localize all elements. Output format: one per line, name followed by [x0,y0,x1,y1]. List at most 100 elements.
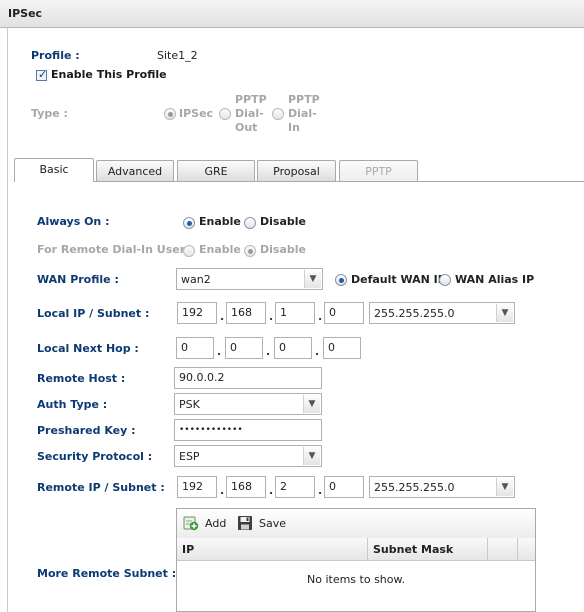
remote-ip-label: Remote IP / Subnet : [37,481,165,494]
profile-value: Site1_2 [157,49,198,62]
column-header-subnet-mask[interactable]: Subnet Mask [368,538,488,560]
always-on-enable-label: Enable [199,215,241,228]
type-label: Type : [31,107,68,120]
wan-alias-ip-radio[interactable] [439,274,451,286]
more-remote-subnet-label: More Remote Subnet : [37,567,177,580]
grid-empty-text: No items to show. [307,573,405,586]
type-pptp-dialin-line1: PPTP [288,93,320,106]
remote-host-label: Remote Host : [37,372,126,385]
window-title: IPSec [8,7,43,20]
add-button[interactable]: Add [183,515,229,533]
local-subnet-select[interactable]: 255.255.255.0 ▼ [369,302,515,324]
local-next-hop-label: Local Next Hop : [37,342,139,355]
save-label: Save [259,517,287,530]
remote-ip-octet-3[interactable]: 2 [275,476,315,498]
ip-dot: . [318,484,323,497]
type-pptp-dialout-line3: Out [235,121,258,134]
type-pptp-dialin-line3: In [288,121,300,134]
tab-divider [14,181,584,182]
tab-gre[interactable]: GRE [177,160,255,182]
ip-dot: . [318,310,323,323]
local-ip-octet-2[interactable]: 168 [226,302,266,324]
add-icon [183,516,199,531]
ip-dot: . [220,310,225,323]
save-button[interactable]: Save [237,515,289,533]
chevron-down-icon: ▼ [303,447,320,465]
ip-dot: . [269,310,274,323]
auth-type-select[interactable]: PSK ▼ [174,393,322,415]
profile-label: Profile : [31,49,80,62]
grid-header: IP Subnet Mask [177,538,535,561]
grid-toolbar: Add Save [177,509,535,539]
local-ip-octet-1[interactable]: 192 [177,302,217,324]
wan-alias-ip-label: WAN Alias IP [455,273,535,286]
type-pptp-dialout-line1: PPTP [235,93,267,106]
local-ip-label: Local IP / Subnet : [37,307,150,320]
always-on-disable-radio[interactable] [244,217,256,229]
preshared-key-input[interactable]: •••••••••••• [174,419,322,441]
remote-ip-octet-4[interactable]: 0 [324,476,364,498]
remote-dialin-disable-label: Disable [260,243,306,256]
ip-dot: . [269,484,274,497]
enable-profile-label: Enable This Profile [51,68,167,81]
window-titlebar: IPSec [0,0,584,28]
next-hop-octet-4[interactable]: 0 [323,337,361,359]
remote-host-input[interactable]: 90.0.0.2 [174,367,322,389]
wan-profile-label: WAN Profile : [37,273,119,286]
always-on-disable-label: Disable [260,215,306,228]
chevron-down-icon: ▼ [496,478,513,496]
default-wan-ip-label: Default WAN IP [351,273,446,286]
ip-dot: . [266,345,271,358]
ip-dot: . [217,345,222,358]
tab-basic[interactable]: Basic [14,158,94,182]
remote-dialin-enable-label: Enable [199,243,241,256]
auth-type-value: PSK [179,398,200,411]
type-pptp-dialout-radio[interactable] [219,108,231,120]
auth-type-label: Auth Type : [37,398,108,411]
type-ipsec-label: IPSec [179,107,214,120]
next-hop-octet-1[interactable]: 0 [176,337,214,359]
chevron-down-icon: ▼ [496,304,513,322]
remote-dialin-label: For Remote Dial-In User : [37,243,194,256]
default-wan-ip-radio[interactable] [335,274,347,286]
remote-subnet-select[interactable]: 255.255.255.0 ▼ [369,476,515,498]
local-subnet-value: 255.255.255.0 [374,307,455,320]
tab-pptp: PPTP [339,160,418,182]
remote-subnet-grid: Add Save IP Subnet Mask No items to show… [176,508,536,612]
tab-advanced[interactable]: Advanced [96,160,174,182]
column-subnet-mask-label: Subnet Mask [373,543,454,556]
remote-dialin-disable-radio[interactable] [244,245,256,257]
remote-dialin-enable-radio[interactable] [183,245,195,257]
enable-profile-checkbox[interactable]: ✓ [36,68,48,81]
type-pptp-dialin-line2: Dial- [288,107,317,120]
remote-subnet-value: 255.255.255.0 [374,481,455,494]
column-ip-label: IP [182,543,195,556]
local-ip-octet-4[interactable]: 0 [324,302,364,324]
security-protocol-value: ESP [179,450,200,463]
local-ip-octet-3[interactable]: 1 [275,302,315,324]
column-header-action [488,538,518,560]
type-pptp-dialout-line2: Dial- [235,107,264,120]
add-label: Add [205,517,227,530]
ip-dot: . [220,484,225,497]
next-hop-octet-3[interactable]: 0 [274,337,312,359]
type-ipsec-radio[interactable] [164,108,176,120]
security-protocol-select[interactable]: ESP ▼ [174,445,322,467]
remote-ip-octet-1[interactable]: 192 [177,476,217,498]
active-tab-gap [15,181,93,183]
always-on-enable-radio[interactable] [183,217,195,229]
remote-ip-octet-2[interactable]: 168 [226,476,266,498]
chevron-down-icon: ▼ [304,270,321,288]
wan-profile-select[interactable]: wan2 ▼ [176,268,323,290]
wan-profile-value: wan2 [181,273,211,286]
ip-dot: . [315,345,320,358]
floppy-disk-icon [238,516,252,530]
check-icon: ✓ [38,68,48,81]
next-hop-octet-2[interactable]: 0 [225,337,263,359]
column-header-ip[interactable]: IP [177,538,368,560]
chevron-down-icon: ▼ [303,395,320,413]
preshared-key-label: Preshared Key : [37,424,136,437]
tab-proposal[interactable]: Proposal [257,160,336,182]
security-protocol-label: Security Protocol : [37,450,153,463]
type-pptp-dialin-radio[interactable] [272,108,284,120]
